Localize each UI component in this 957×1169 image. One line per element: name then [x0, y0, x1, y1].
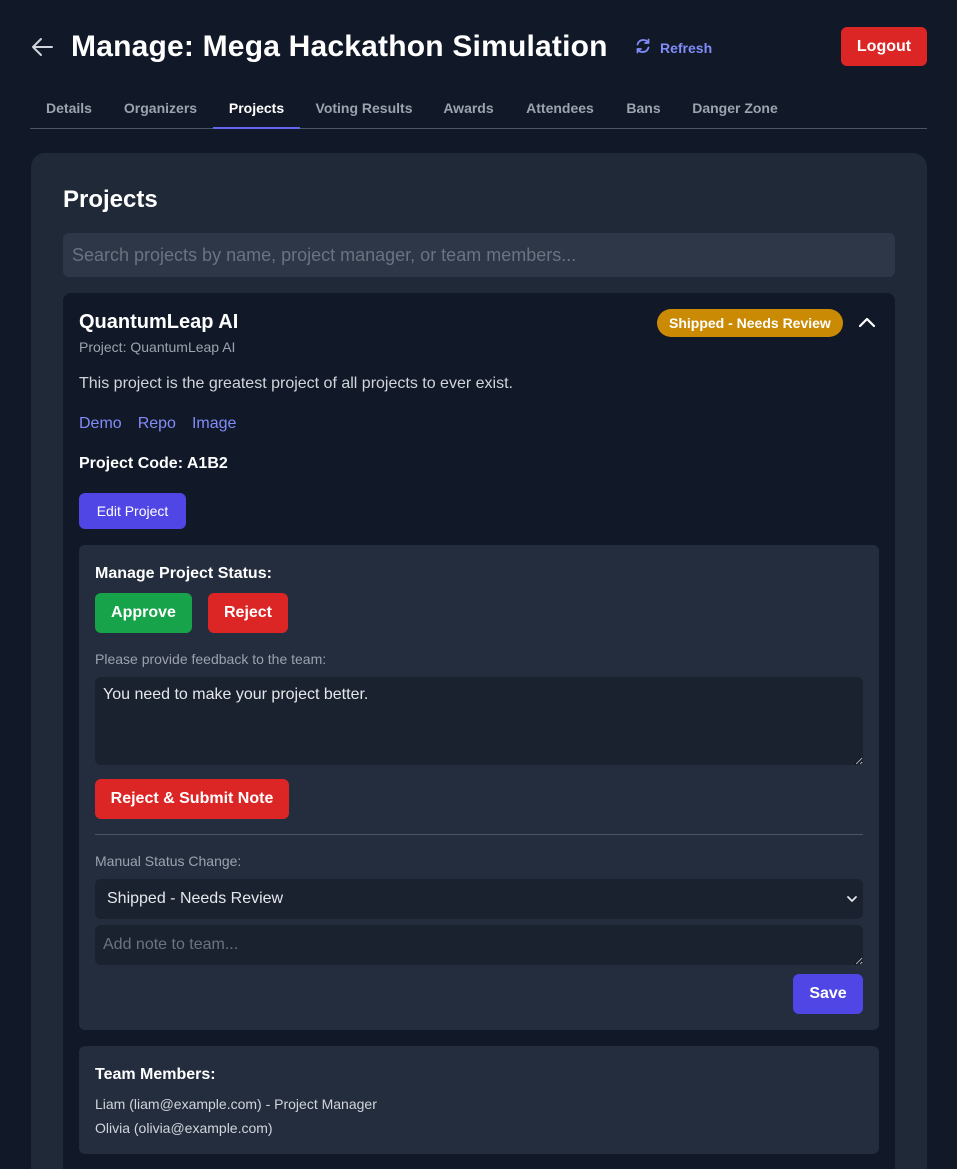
section-title: Projects	[63, 186, 158, 213]
logout-button[interactable]: Logout	[841, 27, 927, 66]
team-heading: Team Members:	[95, 1066, 216, 1083]
feedback-textarea[interactable]: You need to make your project better.	[95, 677, 863, 765]
refresh-label: Refresh	[660, 39, 713, 56]
tab-attendees[interactable]: Attendees	[509, 88, 611, 128]
image-link[interactable]: Image	[192, 415, 236, 433]
projects-panel: Projects QuantumLeap AI Project: Quantum…	[31, 153, 927, 1169]
project-subtitle: Project: QuantumLeap AI	[79, 339, 236, 355]
tab-projects[interactable]: Projects	[213, 88, 300, 129]
tab-bans[interactable]: Bans	[611, 88, 676, 128]
project-card: QuantumLeap AI Project: QuantumLeap AI S…	[63, 293, 895, 1169]
refresh-button[interactable]: Refresh	[634, 37, 712, 58]
tab-voting-results[interactable]: Voting Results	[300, 88, 428, 128]
tab-bar: Details Organizers Projects Voting Resul…	[30, 88, 927, 129]
demo-link[interactable]: Demo	[79, 415, 122, 433]
page-title: Manage: Mega Hackathon Simulation	[71, 30, 608, 63]
chevron-down-icon	[845, 892, 859, 906]
repo-link[interactable]: Repo	[138, 415, 176, 433]
note-input[interactable]	[95, 925, 863, 965]
tab-danger-zone[interactable]: Danger Zone	[676, 88, 794, 128]
approve-button[interactable]: Approve	[95, 593, 192, 633]
project-name: QuantumLeap AI	[79, 311, 239, 333]
manual-status-label: Manual Status Change:	[95, 853, 242, 869]
status-select-value: Shipped - Needs Review	[107, 890, 284, 907]
chevron-up-icon[interactable]	[856, 314, 878, 330]
refresh-icon	[634, 37, 652, 58]
tab-organizers[interactable]: Organizers	[108, 88, 213, 128]
team-member: Olivia (olivia@example.com)	[95, 1120, 273, 1136]
search-input[interactable]	[63, 233, 895, 277]
manage-status-section: Manage Project Status: Approve Reject Pl…	[79, 545, 879, 1030]
page-header: Manage: Mega Hackathon Simulation Refres…	[30, 24, 927, 70]
status-select[interactable]: Shipped - Needs Review	[95, 879, 863, 919]
project-links: Demo Repo Image	[79, 415, 236, 433]
tab-details[interactable]: Details	[30, 88, 108, 128]
edit-project-button[interactable]: Edit Project	[79, 493, 186, 529]
back-arrow-icon[interactable]	[30, 34, 56, 60]
save-button[interactable]: Save	[793, 974, 863, 1014]
manage-status-heading: Manage Project Status:	[95, 565, 272, 582]
feedback-label: Please provide feedback to the team:	[95, 651, 327, 667]
divider	[95, 834, 863, 835]
reject-button[interactable]: Reject	[208, 593, 288, 633]
team-member: Liam (liam@example.com) - Project Manage…	[95, 1096, 377, 1112]
tab-awards[interactable]: Awards	[428, 88, 509, 128]
reject-submit-button[interactable]: Reject & Submit Note	[95, 779, 289, 819]
team-members-section: Team Members: Liam (liam@example.com) - …	[79, 1046, 879, 1154]
project-description: This project is the greatest project of …	[79, 375, 513, 392]
project-code: Project Code: A1B2	[79, 455, 228, 472]
status-badge: Shipped - Needs Review	[657, 309, 843, 337]
